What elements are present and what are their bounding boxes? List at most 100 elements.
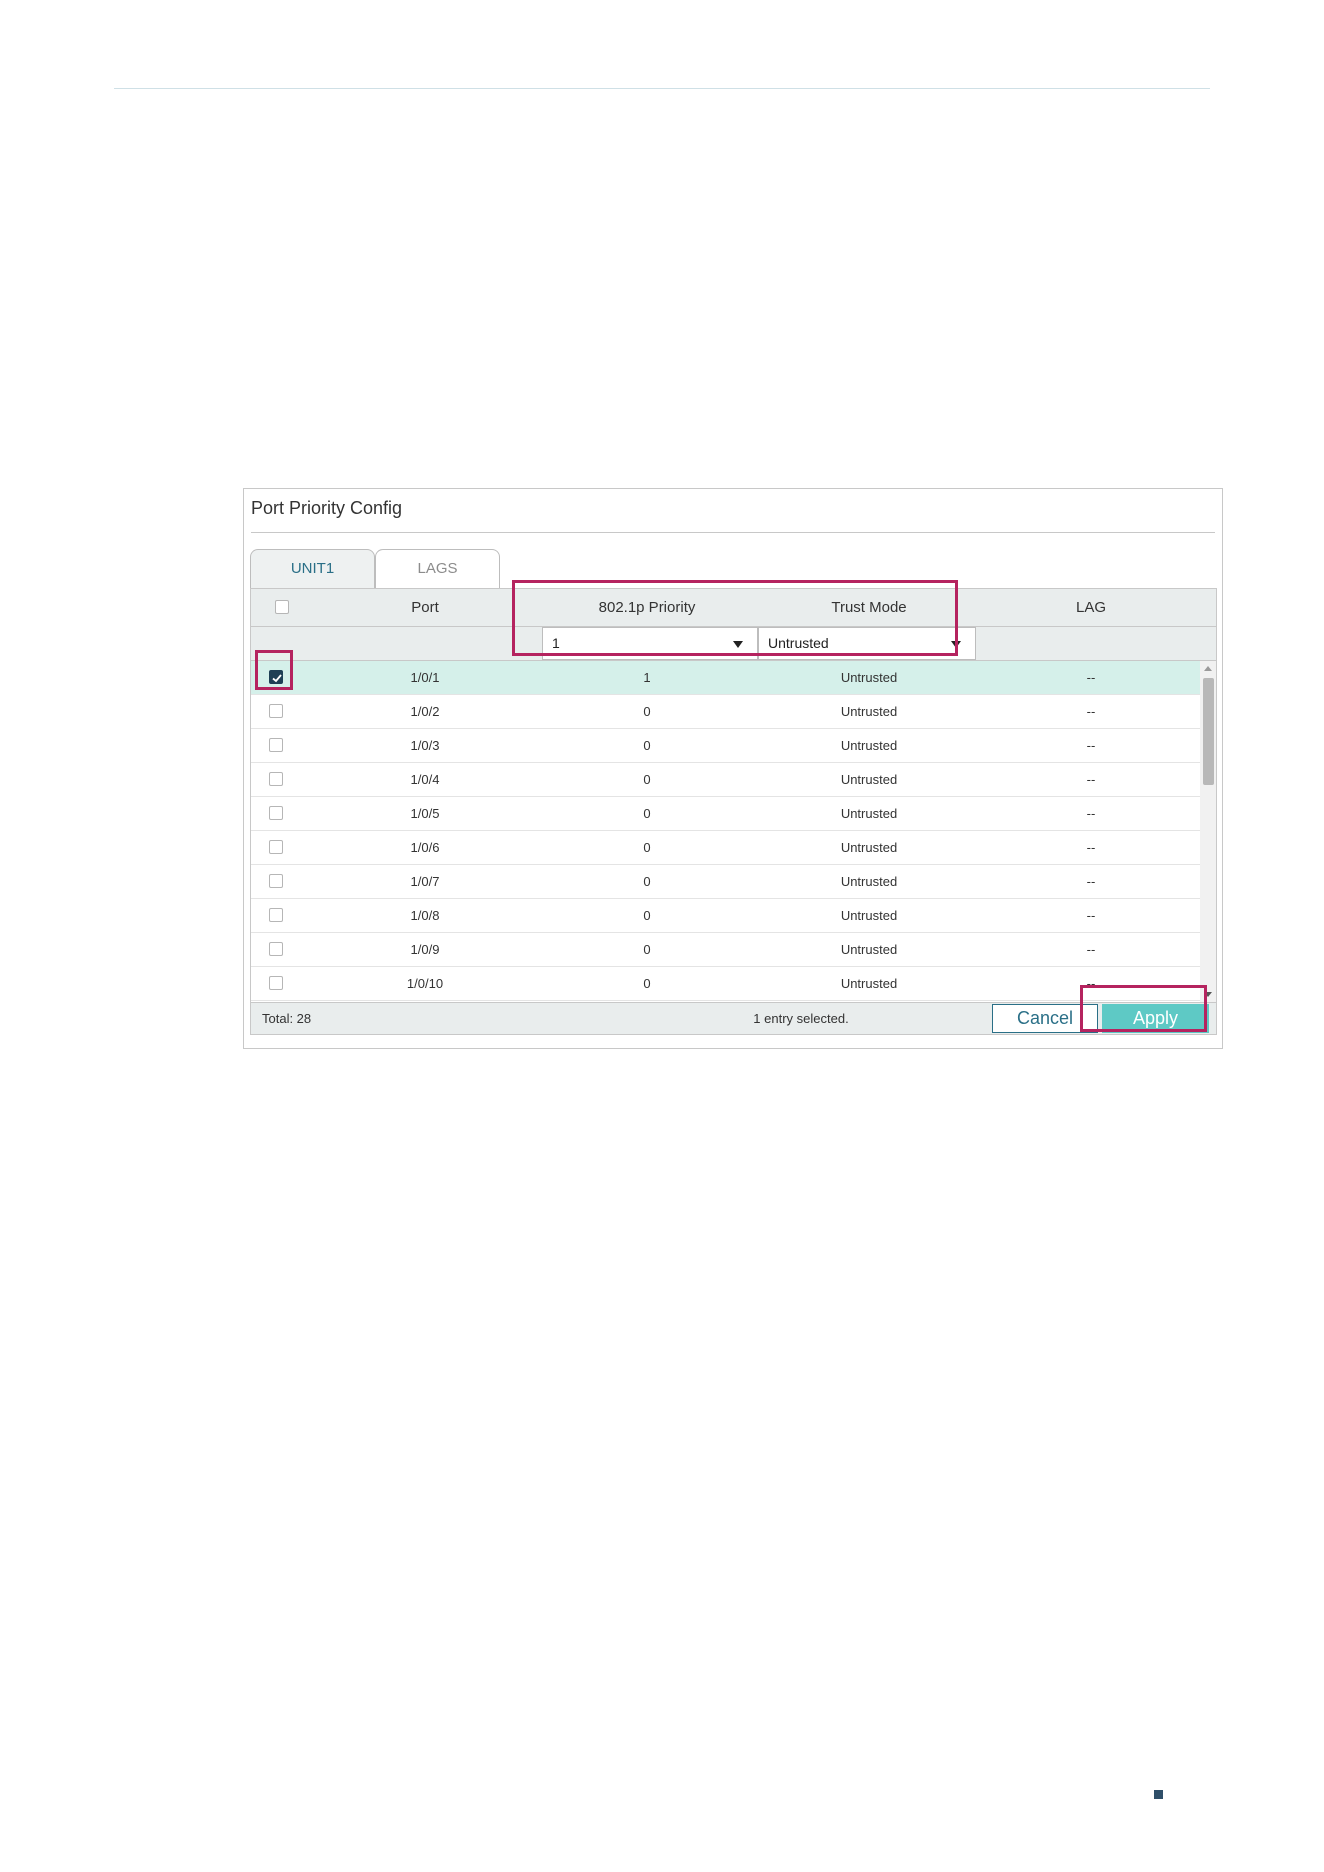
selection-status: 1 entry selected. bbox=[753, 1011, 849, 1026]
row-checkbox[interactable] bbox=[269, 704, 283, 718]
batch-edit-row: 1 Untrusted bbox=[250, 627, 1217, 661]
column-header-trust-mode: Trust Mode bbox=[831, 599, 907, 616]
priority-select[interactable]: 1 bbox=[542, 627, 758, 660]
cell-port: 1/0/5 bbox=[410, 806, 440, 821]
cell-trust-mode: Untrusted bbox=[840, 704, 898, 719]
row-checkbox-cell bbox=[251, 763, 314, 796]
cell-port: 1/0/3 bbox=[410, 738, 440, 753]
cell-priority: 0 bbox=[643, 840, 651, 855]
cell-trust-mode: Untrusted bbox=[840, 670, 898, 685]
panel-title: Port Priority Config bbox=[251, 495, 1215, 533]
cell-lag: -- bbox=[1086, 772, 1096, 787]
scroll-down-arrow-icon[interactable] bbox=[1204, 992, 1212, 997]
cell-trust-mode: Untrusted bbox=[840, 942, 898, 957]
cell-port: 1/0/6 bbox=[410, 840, 440, 855]
cell-port: 1/0/9 bbox=[410, 942, 440, 957]
row-checkbox[interactable] bbox=[269, 942, 283, 956]
table-row[interactable]: 1/0/6 0 Untrusted -- bbox=[251, 831, 1201, 865]
row-checkbox[interactable] bbox=[269, 976, 283, 990]
cell-trust-mode: Untrusted bbox=[840, 738, 898, 753]
row-checkbox-cell bbox=[251, 865, 314, 898]
row-checkbox-cell bbox=[251, 729, 314, 762]
column-header-lag: LAG bbox=[1075, 599, 1106, 616]
cell-trust-mode: Untrusted bbox=[840, 840, 898, 855]
cell-priority: 0 bbox=[643, 738, 651, 753]
page-marker-square bbox=[1154, 1790, 1163, 1799]
column-header-port: Port bbox=[411, 599, 439, 616]
row-checkbox[interactable] bbox=[269, 874, 283, 888]
table-row[interactable]: 1/0/2 0 Untrusted -- bbox=[251, 695, 1201, 729]
row-checkbox-cell bbox=[251, 933, 314, 966]
cell-lag: -- bbox=[1086, 942, 1096, 957]
cell-lag: -- bbox=[1086, 704, 1096, 719]
cell-priority: 0 bbox=[643, 942, 651, 957]
priority-select-value: 1 bbox=[552, 635, 560, 651]
table-row[interactable]: 1/0/5 0 Untrusted -- bbox=[251, 797, 1201, 831]
cell-port: 1/0/4 bbox=[410, 772, 440, 787]
cell-priority: 0 bbox=[643, 772, 651, 787]
cancel-button[interactable]: Cancel bbox=[992, 1004, 1098, 1033]
total-count: Total: 28 bbox=[262, 1011, 312, 1026]
cell-priority: 0 bbox=[643, 976, 651, 991]
select-all-checkbox[interactable] bbox=[275, 600, 289, 614]
table-row[interactable]: 1/0/3 0 Untrusted -- bbox=[251, 729, 1201, 763]
table-row[interactable]: 1/0/8 0 Untrusted -- bbox=[251, 899, 1201, 933]
row-checkbox-cell bbox=[251, 967, 314, 1000]
caret-down-icon bbox=[951, 641, 961, 648]
cell-trust-mode: Untrusted bbox=[840, 976, 898, 991]
row-checkbox[interactable] bbox=[269, 772, 283, 786]
cell-priority: 0 bbox=[643, 874, 651, 889]
cell-priority: 0 bbox=[643, 908, 651, 923]
check-icon bbox=[272, 674, 282, 683]
table-footer: Total: 28 1 entry selected. Cancel Apply bbox=[250, 1002, 1217, 1035]
trust-mode-select-value: Untrusted bbox=[768, 635, 829, 651]
cell-lag: -- bbox=[1086, 874, 1096, 889]
cell-lag: -- bbox=[1086, 908, 1096, 923]
cell-trust-mode: Untrusted bbox=[840, 908, 898, 923]
cell-priority: 1 bbox=[643, 670, 651, 685]
row-checkbox-cell bbox=[251, 831, 314, 864]
cell-port: 1/0/7 bbox=[410, 874, 440, 889]
cell-trust-mode: Untrusted bbox=[840, 772, 898, 787]
table-body: 1/0/1 1 Untrusted -- 1/0/2 0 Untrusted -- 1/0/3 0… bbox=[250, 661, 1217, 1002]
row-checkbox[interactable] bbox=[269, 670, 283, 684]
tab-unit1[interactable]: UNIT1 bbox=[250, 549, 375, 589]
scrollbar-thumb[interactable] bbox=[1203, 678, 1214, 785]
caret-down-icon bbox=[733, 641, 743, 648]
cell-priority: 0 bbox=[643, 704, 651, 719]
row-checkbox[interactable] bbox=[269, 908, 283, 922]
table-header: Port 802.1p Priority Trust Mode LAG bbox=[250, 588, 1217, 627]
trust-mode-select[interactable]: Untrusted bbox=[758, 627, 976, 660]
row-checkbox[interactable] bbox=[269, 806, 283, 820]
cell-port: 1/0/1 bbox=[410, 670, 440, 685]
row-checkbox-cell bbox=[251, 899, 314, 932]
table-row[interactable]: 1/0/10 0 Untrusted -- bbox=[251, 967, 1201, 1001]
cell-trust-mode: Untrusted bbox=[840, 806, 898, 821]
row-checkbox[interactable] bbox=[269, 840, 283, 854]
column-header-priority: 802.1p Priority bbox=[598, 599, 696, 616]
row-checkbox-cell bbox=[251, 695, 314, 728]
row-checkbox[interactable] bbox=[269, 738, 283, 752]
table-row[interactable]: 1/0/4 0 Untrusted -- bbox=[251, 763, 1201, 797]
tab-lags[interactable]: LAGS bbox=[375, 549, 500, 589]
table-row[interactable]: 1/0/1 1 Untrusted -- bbox=[251, 661, 1201, 695]
cell-port: 1/0/8 bbox=[410, 908, 440, 923]
table-scrollbar[interactable] bbox=[1200, 661, 1216, 1002]
cell-port: 1/0/10 bbox=[406, 976, 444, 991]
row-checkbox-cell bbox=[251, 797, 314, 830]
cell-lag: -- bbox=[1086, 840, 1096, 855]
table-row[interactable]: 1/0/7 0 Untrusted -- bbox=[251, 865, 1201, 899]
cell-lag: -- bbox=[1086, 806, 1096, 821]
cell-lag: -- bbox=[1086, 976, 1096, 991]
scroll-up-arrow-icon[interactable] bbox=[1204, 666, 1212, 671]
cell-priority: 0 bbox=[643, 806, 651, 821]
cell-lag: -- bbox=[1086, 738, 1096, 753]
apply-button[interactable]: Apply bbox=[1102, 1004, 1209, 1033]
cell-lag: -- bbox=[1086, 670, 1096, 685]
cell-port: 1/0/2 bbox=[410, 704, 440, 719]
cell-trust-mode: Untrusted bbox=[840, 874, 898, 889]
row-checkbox-cell bbox=[251, 661, 314, 694]
top-divider bbox=[114, 88, 1210, 89]
port-priority-config-panel: Port Priority Config UNIT1 LAGS Port 802… bbox=[243, 488, 1223, 1049]
table-row[interactable]: 1/0/9 0 Untrusted -- bbox=[251, 933, 1201, 967]
